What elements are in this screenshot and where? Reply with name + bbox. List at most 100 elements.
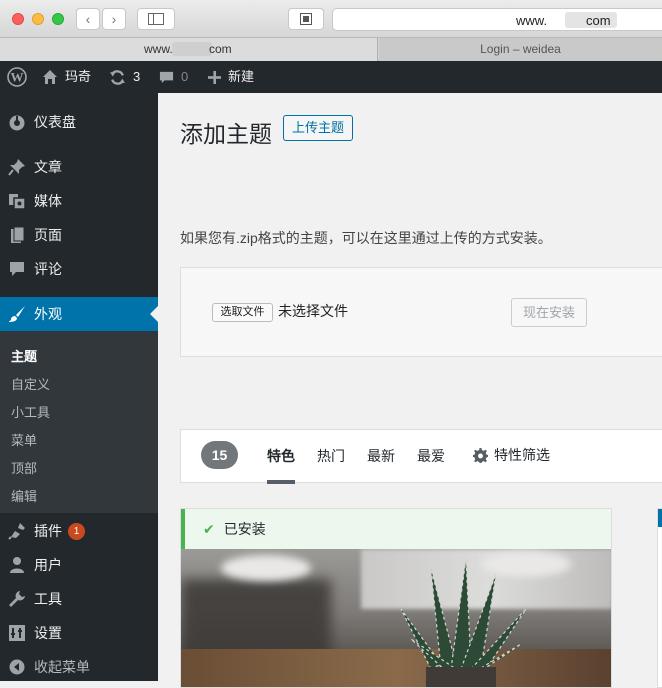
tab-latest[interactable]: 最新 bbox=[367, 446, 395, 466]
browser-tabbar: www. com Login – weidea bbox=[0, 38, 662, 61]
sidebar-item-settings[interactable]: 设置 bbox=[0, 616, 158, 650]
choose-file-button[interactable]: 选取文件 bbox=[212, 303, 273, 322]
theme-card[interactable]: ✔ 已安装 bbox=[180, 508, 612, 688]
sidebar-item-label: 媒体 bbox=[34, 193, 62, 209]
sidebar-item-pages[interactable]: 页面 bbox=[0, 218, 158, 252]
plus-icon bbox=[208, 70, 221, 84]
new-label: 新建 bbox=[228, 69, 255, 84]
page-title: 添加主题 bbox=[180, 121, 272, 147]
url-text-start: www. bbox=[516, 13, 548, 28]
updates-count: 3 bbox=[133, 69, 141, 84]
comment-icon bbox=[0, 260, 34, 278]
sidebar-item-label: 文章 bbox=[34, 159, 62, 175]
brush-icon bbox=[0, 305, 34, 323]
sidebar-item-media[interactable]: 媒体 bbox=[0, 184, 158, 218]
sidebar-item-appearance[interactable]: 外观 bbox=[0, 297, 158, 331]
media-icon bbox=[0, 192, 34, 210]
upload-theme-button[interactable]: 上传主题 bbox=[283, 115, 353, 141]
feature-filter-label: 特性筛选 bbox=[494, 447, 550, 463]
updates-link[interactable]: 3 bbox=[109, 61, 140, 93]
wp-logo-button[interactable]: W bbox=[7, 61, 27, 93]
next-theme-card[interactable] bbox=[657, 508, 662, 688]
site-name: 玛奇 bbox=[65, 69, 92, 84]
tab-label-start: www. bbox=[144, 42, 173, 56]
sidebar-item-dashboard[interactable]: 仪表盘 bbox=[0, 105, 158, 139]
tab-login[interactable]: Login – weidea bbox=[379, 38, 662, 61]
reader-icon bbox=[300, 13, 312, 25]
home-icon bbox=[43, 70, 57, 84]
tab-featured[interactable]: 特色 bbox=[267, 446, 295, 484]
sidebar-item-label: 用户 bbox=[34, 557, 62, 573]
tab-current-site[interactable]: www. com bbox=[0, 38, 378, 61]
appearance-submenu: 主题 自定义 小工具 菜单 顶部 编辑 bbox=[0, 331, 158, 513]
sidebar-collapse-menu[interactable]: 收起菜单 bbox=[0, 650, 158, 684]
upload-form: 选取文件 未选择文件 现在安装 bbox=[180, 267, 662, 357]
page-icon bbox=[0, 226, 34, 244]
comments-link[interactable]: 0 bbox=[159, 61, 188, 93]
submenu-item-menus[interactable]: 菜单 bbox=[11, 430, 37, 449]
submenu-item-header[interactable]: 顶部 bbox=[11, 458, 37, 477]
new-content-link[interactable]: 新建 bbox=[208, 61, 254, 93]
install-now-button[interactable]: 现在安装 bbox=[511, 298, 587, 327]
refresh-icon bbox=[110, 69, 125, 85]
comment-bubble-icon bbox=[159, 71, 174, 83]
sidebar-item-label: 工具 bbox=[34, 591, 62, 607]
collapse-icon bbox=[0, 659, 34, 675]
sidebar-item-comments[interactable]: 评论 bbox=[0, 252, 158, 286]
admin-sidebar: 仪表盘 文章 媒体 页面 评论 外观 主题 自定义 小工具 菜单 顶部 编辑 插… bbox=[0, 93, 158, 681]
zoom-window-button[interactable] bbox=[52, 13, 64, 25]
installed-label: 已安装 bbox=[223, 521, 266, 537]
forward-button[interactable]: › bbox=[102, 8, 126, 30]
tab-popular[interactable]: 热门 bbox=[317, 446, 345, 466]
redacted-domain bbox=[172, 42, 212, 56]
succulent-plant-image bbox=[400, 558, 527, 687]
sidebar-item-label: 页面 bbox=[34, 227, 62, 243]
submenu-item-themes[interactable]: 主题 bbox=[11, 346, 37, 365]
sidebar-item-posts[interactable]: 文章 bbox=[0, 150, 158, 184]
browser-titlebar: ‹ › www. com bbox=[0, 0, 662, 38]
submenu-item-customize[interactable]: 自定义 bbox=[11, 374, 50, 393]
comments-count: 0 bbox=[181, 69, 189, 84]
settings-icon bbox=[0, 624, 34, 642]
installed-notice: ✔ 已安装 bbox=[181, 509, 611, 549]
theme-count-badge: 15 bbox=[201, 441, 238, 469]
wrench-icon bbox=[0, 590, 34, 608]
theme-screenshot bbox=[181, 549, 611, 687]
user-icon bbox=[0, 556, 34, 574]
sidebar-item-label: 设置 bbox=[34, 625, 62, 641]
sidebar-item-label: 收起菜单 bbox=[34, 659, 90, 675]
plugin-icon bbox=[0, 522, 34, 540]
wordpress-logo-icon: W bbox=[7, 67, 27, 87]
no-file-chosen-text: 未选择文件 bbox=[278, 303, 348, 319]
tab-label-end: com bbox=[209, 42, 232, 56]
sidebar-icon bbox=[148, 13, 164, 25]
back-button[interactable]: ‹ bbox=[76, 8, 100, 30]
sidebar-item-users[interactable]: 用户 bbox=[0, 548, 158, 582]
theme-filter-bar: 15 特色 热门 最新 最爱 特性筛选 bbox=[180, 429, 662, 484]
sidebar-item-label: 仪表盘 bbox=[34, 114, 76, 130]
close-window-button[interactable] bbox=[12, 13, 24, 25]
sidebar-item-label: 外观 bbox=[34, 306, 62, 322]
tab-favorites[interactable]: 最爱 bbox=[417, 446, 445, 466]
address-bar[interactable]: www. com bbox=[332, 8, 662, 31]
site-name-link[interactable]: 玛奇 bbox=[42, 61, 91, 93]
sidebar-item-label: 插件 bbox=[34, 523, 62, 539]
wp-admin-bar: W 玛奇 3 0 新建 bbox=[0, 61, 662, 93]
plugin-update-badge: 1 bbox=[68, 522, 85, 540]
submenu-item-editor[interactable]: 编辑 bbox=[11, 486, 37, 505]
submenu-item-widgets[interactable]: 小工具 bbox=[11, 402, 50, 421]
minimize-window-button[interactable] bbox=[32, 13, 44, 25]
gear-icon bbox=[473, 447, 488, 463]
chevron-right-icon: › bbox=[111, 11, 117, 27]
svg-text:W: W bbox=[11, 70, 24, 85]
sidebar-item-plugins[interactable]: 插件 1 bbox=[0, 514, 158, 548]
url-text-end: com bbox=[586, 13, 611, 28]
reader-button[interactable] bbox=[288, 8, 324, 30]
sidebar-toggle-button[interactable] bbox=[137, 8, 175, 30]
sidebar-item-tools[interactable]: 工具 bbox=[0, 582, 158, 616]
feature-filter-button[interactable]: 特性筛选 bbox=[473, 445, 550, 465]
checkmark-icon: ✔ bbox=[203, 520, 215, 537]
tab-label: Login – weidea bbox=[480, 42, 561, 56]
sidebar-item-label: 评论 bbox=[34, 261, 62, 277]
dashboard-icon bbox=[0, 113, 34, 131]
